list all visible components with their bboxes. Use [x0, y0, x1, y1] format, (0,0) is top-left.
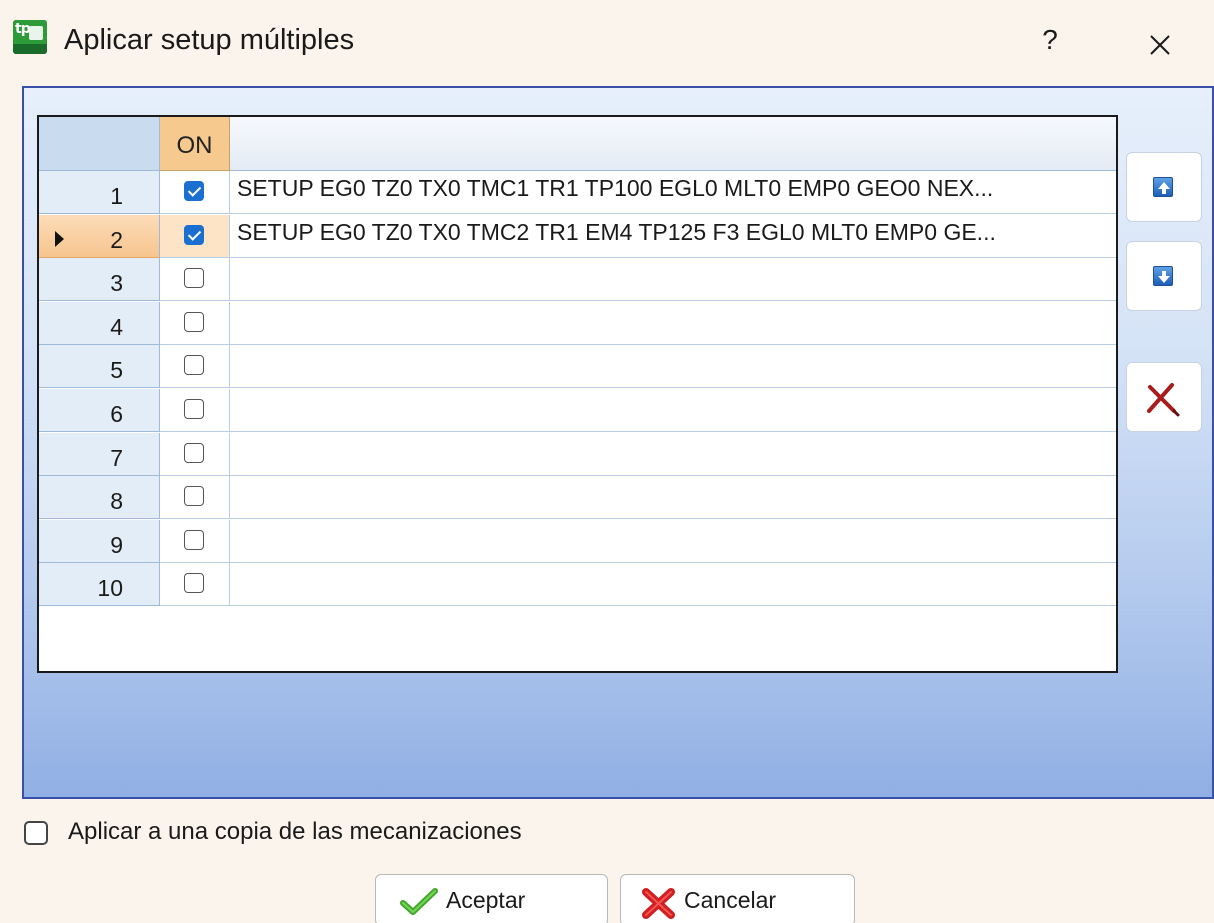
arrow-up-icon	[1153, 177, 1173, 197]
row-number[interactable]: 5	[39, 345, 160, 389]
row-number[interactable]: 3	[39, 258, 160, 302]
table-row[interactable]: 10	[39, 563, 1116, 607]
row-number[interactable]: 10	[39, 563, 160, 607]
setup-grid: ON 1 SETUP EG0 TZ0 TX0 TMC1 TR1 TP100 EGL…	[37, 115, 1118, 673]
help-button[interactable]: ?	[1032, 20, 1068, 60]
title-bar: tp Aplicar setup múltiples ?	[0, 0, 1214, 86]
setup-cell[interactable]	[230, 345, 1116, 389]
row-on-checkbox[interactable]	[184, 399, 204, 419]
row-number[interactable]: 4	[39, 301, 160, 345]
row-on-checkbox[interactable]	[184, 311, 204, 332]
setup-cell[interactable]: SETUP EG0 TZ0 TX0 TMC2 TR1 EM4 TP125 F3 …	[230, 214, 1116, 258]
table-row[interactable]: 2 SETUP EG0 TZ0 TX0 TMC2 TR1 EM4 TP125 F3…	[39, 214, 1116, 258]
table-row[interactable]: 7	[39, 432, 1116, 476]
column-header-on[interactable]: ON	[160, 117, 230, 171]
table-row[interactable]: 8	[39, 476, 1116, 520]
move-up-button[interactable]	[1126, 152, 1202, 222]
table-row[interactable]: 5	[39, 345, 1116, 389]
on-cell	[160, 258, 230, 302]
row-number[interactable]: 1	[39, 171, 160, 214]
row-on-checkbox[interactable]	[184, 355, 204, 376]
setup-cell[interactable]	[230, 476, 1116, 520]
on-cell	[160, 214, 230, 258]
current-row-marker-icon	[55, 230, 64, 247]
setup-cell[interactable]	[230, 563, 1116, 607]
column-header-setup[interactable]	[230, 117, 1116, 171]
setup-cell[interactable]	[230, 389, 1116, 432]
setup-cell[interactable]	[230, 302, 1116, 345]
delete-x-icon	[1147, 383, 1180, 417]
on-cell	[160, 389, 230, 432]
row-on-checkbox[interactable]	[184, 181, 204, 201]
on-cell	[160, 432, 230, 476]
cancel-x-icon	[642, 888, 675, 919]
grid-header-corner	[39, 117, 160, 171]
window-title: Aplicar setup múltiples	[64, 24, 355, 56]
row-number[interactable]: 7	[39, 432, 160, 476]
row-on-checkbox[interactable]	[184, 224, 204, 245]
delete-button[interactable]	[1126, 362, 1202, 432]
table-row[interactable]: 4	[39, 301, 1116, 345]
close-icon	[1150, 35, 1170, 55]
setup-cell[interactable]	[230, 258, 1116, 302]
on-cell	[160, 171, 230, 214]
move-down-button[interactable]	[1126, 241, 1202, 311]
accept-button[interactable]: Aceptar	[375, 874, 608, 923]
row-number[interactable]: 9	[39, 519, 160, 563]
apply-copy-checkbox[interactable]	[24, 821, 48, 845]
cancel-label: Cancelar	[684, 887, 777, 913]
row-on-checkbox[interactable]	[184, 486, 204, 507]
row-number[interactable]: 6	[39, 389, 160, 432]
row-number[interactable]: 8	[39, 476, 160, 520]
row-on-checkbox[interactable]	[184, 268, 204, 289]
on-cell	[160, 345, 230, 389]
cancel-button[interactable]: Cancelar	[620, 874, 855, 923]
on-cell	[160, 519, 230, 563]
on-cell	[160, 301, 230, 345]
accept-label: Aceptar	[446, 887, 526, 913]
row-on-checkbox[interactable]	[184, 442, 204, 463]
table-row[interactable]: 3	[39, 258, 1116, 302]
setup-cell[interactable]: SETUP EG0 TZ0 TX0 TMC1 TR1 TP100 EGL0 ML…	[230, 171, 1116, 214]
table-row[interactable]: 1 SETUP EG0 TZ0 TX0 TMC1 TR1 TP100 EGL0 M…	[39, 171, 1116, 214]
on-cell	[160, 563, 230, 607]
setup-cell[interactable]	[230, 433, 1116, 476]
row-on-checkbox[interactable]	[184, 573, 204, 594]
table-row[interactable]: 6	[39, 389, 1116, 432]
check-icon	[400, 888, 438, 915]
apply-copy-label[interactable]: Aplicar a una copia de las mecanizacione…	[68, 818, 522, 846]
arrow-down-icon	[1153, 266, 1173, 286]
close-button[interactable]	[1137, 20, 1181, 66]
setup-cell[interactable]	[230, 520, 1116, 563]
app-logo-icon: tp	[13, 20, 47, 54]
row-on-checkbox[interactable]	[184, 529, 204, 550]
table-row[interactable]: 9	[39, 519, 1116, 563]
on-cell	[160, 476, 230, 520]
